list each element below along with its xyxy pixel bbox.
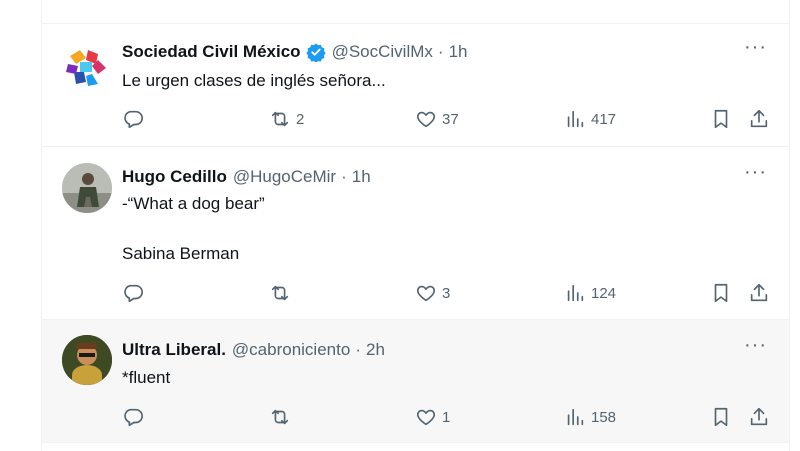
tweet-text: *fluent [122, 368, 171, 387]
like-count: 37 [442, 110, 459, 128]
author-name[interactable]: Hugo Cedillo [122, 167, 227, 187]
person-photo-icon [62, 163, 112, 213]
tweet[interactable]: Sociedad Civil México @SocCivilMx · 1h ·… [42, 24, 789, 146]
share-button[interactable] [748, 108, 770, 130]
like-button[interactable]: 1 [415, 406, 450, 428]
tweet[interactable]: Ultra Liberal. @cabroniciento · 2h ··· *… [42, 319, 789, 443]
heart-icon [416, 409, 436, 426]
views-chart-icon [567, 408, 584, 426]
like-count: 3 [442, 284, 451, 302]
separator-dot: · [355, 340, 361, 359]
author-name[interactable]: Sociedad Civil México [122, 42, 301, 62]
tweet-text: -“What a dog bear” Sabina Berman [122, 194, 265, 263]
more-options-icon[interactable]: ··· [744, 161, 767, 184]
avatar[interactable] [62, 335, 112, 385]
views-count: 158 [591, 408, 617, 426]
views-button[interactable]: 417 [564, 108, 616, 130]
timestamp[interactable]: 2h [366, 340, 385, 360]
tweet-header: Ultra Liberal. @cabroniciento · 2h [122, 338, 729, 362]
reply-icon [124, 284, 143, 303]
views-chart-icon [567, 284, 584, 302]
hands-logo-icon [62, 42, 112, 92]
tweet[interactable]: Hugo Cedillo @HugoCeMir · 1h ··· -“What … [42, 146, 789, 319]
avatar[interactable] [62, 163, 112, 213]
tweet-text: Le urgen clases de inglés señora... [122, 71, 386, 90]
tweet-header: Sociedad Civil México @SocCivilMx · 1h [122, 40, 729, 64]
author-handle[interactable]: @cabroniciento [232, 340, 350, 360]
timestamp[interactable]: 1h [352, 167, 371, 187]
reply-icon [124, 110, 143, 129]
heart-icon [416, 111, 436, 128]
heart-icon [416, 285, 436, 302]
views-count: 417 [591, 110, 617, 128]
views-button[interactable]: 158 [564, 406, 616, 428]
like-count: 1 [442, 408, 451, 426]
bookmark-icon [714, 407, 728, 427]
retweet-button[interactable] [269, 406, 296, 428]
bookmark-button[interactable] [710, 282, 732, 304]
views-button[interactable]: 124 [564, 282, 616, 304]
share-button[interactable] [748, 282, 770, 304]
retweet-button[interactable]: 2 [269, 108, 304, 130]
retweet-button[interactable] [269, 282, 296, 304]
author-handle[interactable]: @SocCivilMx [332, 42, 433, 62]
like-button[interactable]: 37 [415, 108, 459, 130]
separator-dot: · [341, 167, 347, 186]
like-button[interactable]: 3 [415, 282, 450, 304]
share-button[interactable] [748, 406, 770, 428]
timeline: Sociedad Civil México @SocCivilMx · 1h ·… [41, 0, 790, 451]
bookmark-button[interactable] [710, 406, 732, 428]
share-icon [750, 407, 768, 426]
reply-icon [124, 408, 143, 427]
tweet-actions: 2 37 417 [122, 108, 769, 132]
retweet-icon [271, 409, 289, 425]
author-handle[interactable]: @HugoCeMir [233, 167, 336, 187]
tweet-actions: 3 124 [122, 282, 769, 306]
bookmark-icon [714, 109, 728, 129]
share-icon [750, 109, 768, 128]
verified-badge-icon [305, 43, 326, 62]
timestamp[interactable]: 1h [449, 42, 468, 62]
more-options-icon[interactable]: ··· [744, 36, 767, 59]
views-count: 124 [591, 284, 617, 302]
retweet-icon [271, 285, 289, 301]
reply-button[interactable] [122, 406, 144, 428]
bookmark-icon [714, 283, 728, 303]
separator-dot: · [437, 42, 444, 61]
reply-button[interactable] [122, 108, 144, 130]
tweet-actions: 1 158 [122, 406, 769, 430]
reply-button[interactable] [122, 282, 144, 304]
avatar[interactable] [62, 42, 112, 92]
tweet-header: Hugo Cedillo @HugoCeMir · 1h [122, 165, 729, 189]
bookmark-button[interactable] [710, 108, 732, 130]
views-chart-icon [567, 110, 584, 128]
share-icon [750, 283, 768, 302]
author-name[interactable]: Ultra Liberal. [122, 340, 226, 360]
person-photo-icon [62, 335, 112, 385]
retweet-count: 2 [296, 110, 305, 128]
retweet-icon [271, 111, 289, 127]
more-options-icon[interactable]: ··· [744, 334, 767, 357]
